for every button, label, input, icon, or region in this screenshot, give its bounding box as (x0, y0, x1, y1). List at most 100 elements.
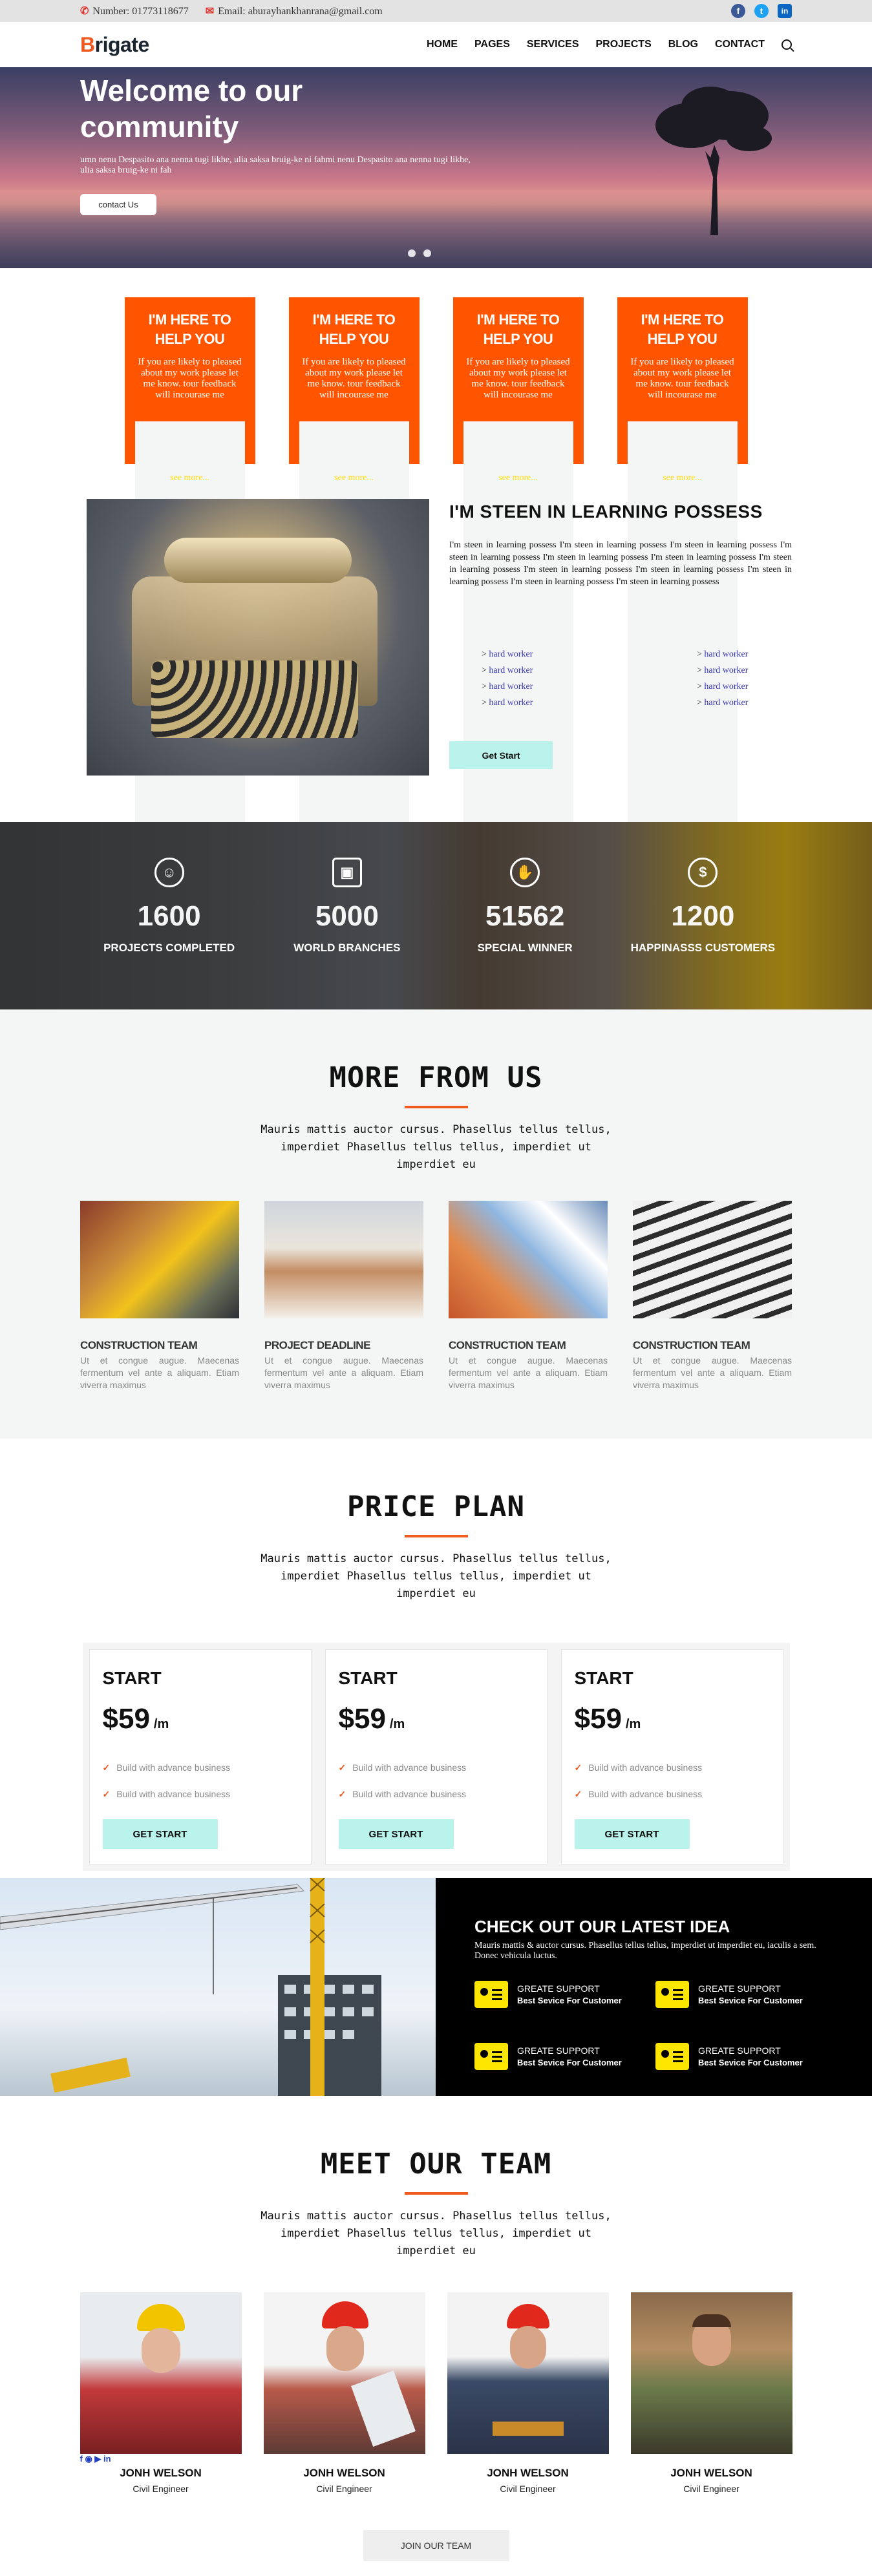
nav-item-contact[interactable]: CONTACT (715, 39, 765, 50)
member-role: Civil Engineer (500, 2484, 556, 2494)
check-icon: ✓ (574, 1789, 582, 1799)
hero-title: Welcome to our community (80, 74, 303, 143)
service-image (80, 1201, 239, 1318)
get-start-button[interactable]: GET START (102, 1819, 218, 1849)
nav-item-pages[interactable]: PAGES (474, 39, 510, 50)
linkedin-icon[interactable]: in (778, 4, 792, 18)
search-icon[interactable] (782, 39, 792, 50)
stat-item: ☺ 1600 PROJECTS COMPLETED (92, 858, 247, 955)
service-image (264, 1201, 423, 1318)
feature-item: ✓ Build with advance business (103, 1755, 298, 1781)
stat-number: 5000 (315, 900, 379, 932)
join-our-team-button[interactable]: JOIN OUR TEAM (363, 2530, 509, 2561)
hero-text: umn nenu Despasito ana nenna tugi likhe,… (80, 155, 471, 175)
service-image (633, 1201, 792, 1318)
feature-text: Build with advance business (588, 1789, 703, 1799)
section-subtitle: Mauris mattis auctor cursus. Phasellus t… (261, 1123, 611, 1171)
envelope-icon: ✉ (205, 6, 215, 17)
list-item: > hard worker (482, 698, 533, 708)
list-item: > hard worker (697, 649, 749, 659)
typewriter-keys (151, 660, 358, 738)
stats-section: ☺ 1600 PROJECTS COMPLETED ▣ 5000 WORLD B… (0, 822, 872, 1009)
crane-image (0, 1878, 436, 2096)
about-section: I'M STEEN IN LEARNING POSSESS I'm steen … (0, 499, 872, 822)
idea-features: GREATE SUPPORT Best Sevice For Customer G… (474, 1981, 833, 2070)
list-item-text: hard worker (489, 649, 533, 659)
help-cards: I'M HERE TO HELP YOU If you are likely t… (0, 268, 872, 850)
get-start-button[interactable]: GET START (338, 1819, 454, 1849)
member-role: Civil Engineer (683, 2484, 739, 2494)
check-icon: ✓ (338, 1789, 346, 1799)
about-text: I'm steen in learning possess I'm steen … (449, 540, 792, 587)
feature-item: ✓ Build with advance business (103, 1781, 298, 1808)
member-photo (263, 2292, 425, 2454)
plan-name: START (338, 1668, 398, 1688)
phone-info: ✆ Number: 01773118677 (80, 5, 189, 17)
price-value: $59 (102, 1703, 150, 1735)
twitter-icon[interactable]: t (754, 4, 769, 18)
member-photo (447, 2292, 609, 2454)
team-member-card: JONH WELSON Civil Engineer (630, 2292, 792, 2494)
facebook-icon[interactable]: f (731, 4, 745, 18)
price-card: START $59/m ✓ Build with advance business… (324, 1649, 548, 1864)
service-text: Ut et congue augue. Maecenas fermentum v… (264, 1355, 423, 1390)
service-image (449, 1201, 608, 1318)
list-item: > hard worker (482, 666, 533, 675)
feature-list: ✓ Build with advance business ✓ Build with… (103, 1755, 298, 1808)
feature-title: GREATE SUPPORT (698, 1983, 781, 1994)
skills-list-left: > hard worker > hard worker > hard worke… (482, 646, 533, 711)
member-photo (630, 2292, 792, 2454)
help-card-title: I'M HERE TO HELP YOU (476, 311, 560, 347)
help-card-title: I'M HERE TO HELP YOU (641, 311, 724, 347)
service-title: CONSTRUCTION TEAM (633, 1339, 750, 1351)
idea-content: CHECK OUT OUR LATEST IDEA Mauris mattis … (436, 1878, 872, 2096)
help-card-text: If you are likely to pleased about my wo… (138, 357, 242, 400)
nav-item-home[interactable]: HOME (427, 39, 458, 50)
slider-dot-1[interactable] (408, 249, 416, 257)
service-card: PROJECT DEADLINE Ut et congue augue. Mae… (264, 1201, 423, 1391)
team-grid: f ◉ ▶ in JONH WELSON Civil Engineer JONH… (0, 2292, 872, 2494)
service-title: CONSTRUCTION TEAM (449, 1339, 566, 1351)
feature-subtitle: Best Sevice For Customer (517, 2058, 622, 2067)
services-grid: CONSTRUCTION TEAM Ut et congue augue. Ma… (0, 1201, 872, 1391)
site-logo[interactable]: Brigate (80, 33, 149, 57)
title-underline (404, 1535, 468, 1537)
feature-item: ✓ Build with advance business (339, 1755, 534, 1781)
help-card: I'M HERE TO HELP YOU If you are likely t… (452, 297, 584, 850)
id-card-icon (655, 1981, 689, 2008)
team-member-card: JONH WELSON Civil Engineer (447, 2292, 609, 2494)
pricing-section: PRICE PLAN Mauris mattis auctor cursus. … (0, 1439, 872, 1878)
feature-title: GREATE SUPPORT (517, 1983, 600, 1994)
about-title: I'M STEEN IN LEARNING POSSESS (449, 501, 763, 522)
hand-icon: ✋ (510, 858, 540, 887)
contact-us-button[interactable]: contact Us (80, 194, 156, 215)
price-card: START $59/m ✓ Build with advance business… (560, 1649, 783, 1864)
member-photo (80, 2292, 242, 2454)
member-social-icons[interactable]: f ◉ ▶ in (80, 2454, 111, 2464)
phone-icon: ✆ (80, 6, 89, 17)
hero-banner: Welcome to our community umn nenu Despas… (0, 67, 872, 268)
smile-icon: ☺ (154, 858, 184, 887)
list-item-text: hard worker (704, 666, 749, 675)
price-period: /m (153, 1717, 169, 1731)
feature-list: ✓ Build with advance business ✓ Build with… (339, 1755, 534, 1808)
contact-info: ✆ Number: 01773118677 ✉ Email: aburayhankh… (80, 5, 383, 17)
member-role: Civil Engineer (133, 2484, 189, 2494)
list-item: > hard worker (697, 698, 749, 708)
nav-item-services[interactable]: SERVICES (527, 39, 579, 50)
nav-item-blog[interactable]: BLOG (668, 39, 698, 50)
stat-label: HAPPINASSS CUSTOMERS (630, 942, 776, 954)
get-start-button[interactable]: GET START (574, 1819, 690, 1849)
slider-dot-2[interactable] (423, 249, 431, 257)
stat-label: PROJECTS COMPLETED (103, 942, 235, 954)
skills-list-right: > hard worker > hard worker > hard worke… (697, 646, 748, 711)
logo-text: rigate (94, 32, 150, 56)
check-icon: ✓ (338, 1762, 346, 1773)
feature-item: GREATE SUPPORT Best Sevice For Customer (474, 1981, 655, 2008)
idea-title: CHECK OUT OUR LATEST IDEA (474, 1917, 730, 1936)
nav-item-projects[interactable]: PROJECTS (596, 39, 652, 50)
get-start-button[interactable]: Get Start (449, 741, 553, 769)
service-card: CONSTRUCTION TEAM Ut et congue augue. Ma… (449, 1201, 608, 1391)
member-name: JONH WELSON (120, 2467, 202, 2479)
section-title: MORE FROM US (329, 1061, 543, 1094)
